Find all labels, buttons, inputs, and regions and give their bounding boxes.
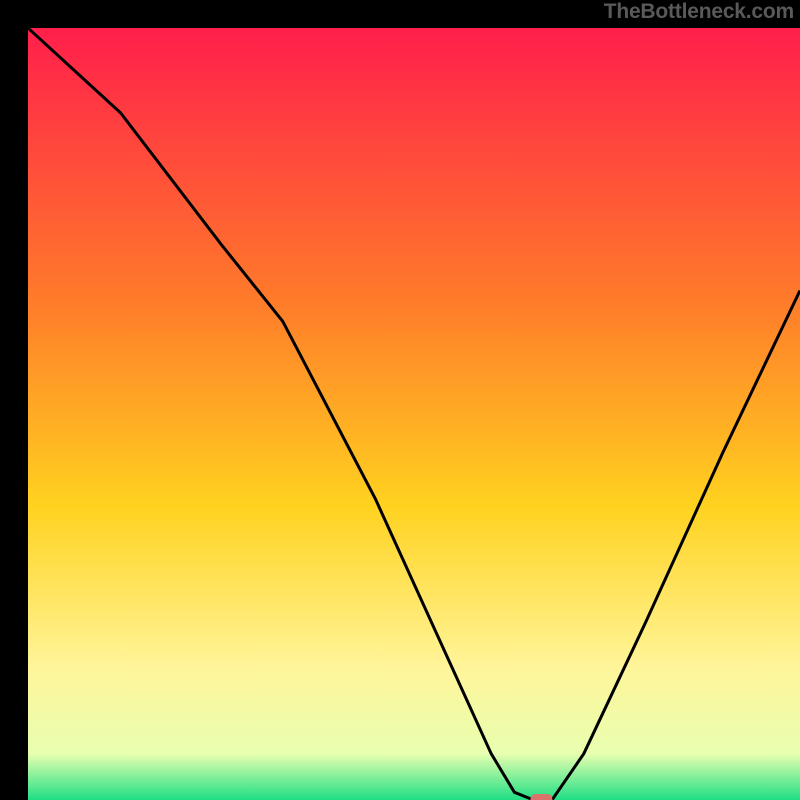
- chart-frame: [14, 14, 786, 786]
- chart-canvas: [28, 28, 800, 800]
- watermark-label: TheBottleneck.com: [604, 0, 794, 24]
- optimal-marker: [530, 794, 552, 800]
